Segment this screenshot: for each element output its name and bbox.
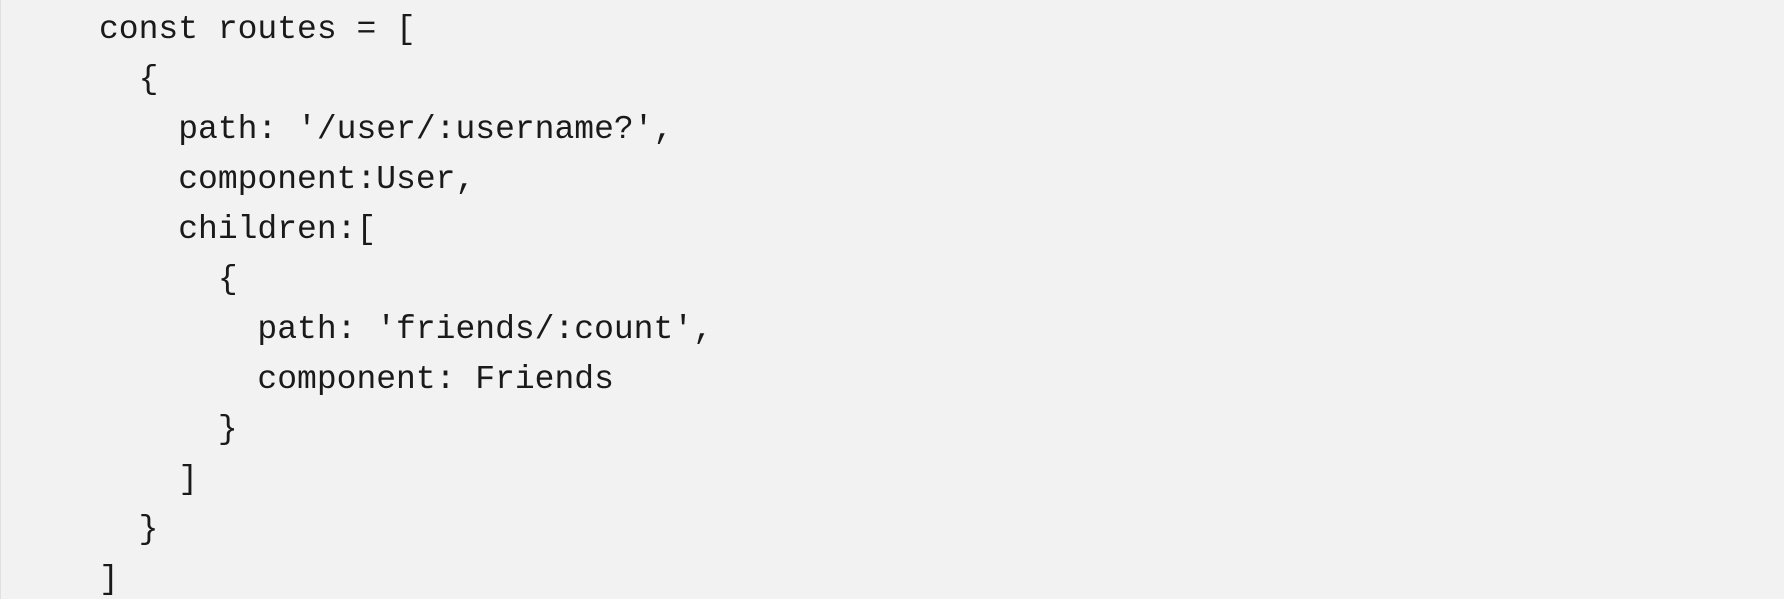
code-line: } <box>99 411 238 448</box>
code-line: { <box>99 261 238 298</box>
code-line: ] <box>99 461 199 498</box>
code-line: path: 'friends/:count', <box>99 311 713 348</box>
code-line: children:[ <box>99 211 377 248</box>
code-line: component: Friends <box>99 361 614 398</box>
code-line: { <box>99 61 159 98</box>
code-line: path: '/user/:username?', <box>99 111 674 148</box>
code-line: ] <box>99 561 119 598</box>
code-block: const routes = [ { path: '/user/:usernam… <box>0 0 1784 599</box>
code-line: const routes = [ <box>99 11 416 48</box>
code-line: } <box>99 511 159 548</box>
code-line: component:User, <box>99 161 476 198</box>
